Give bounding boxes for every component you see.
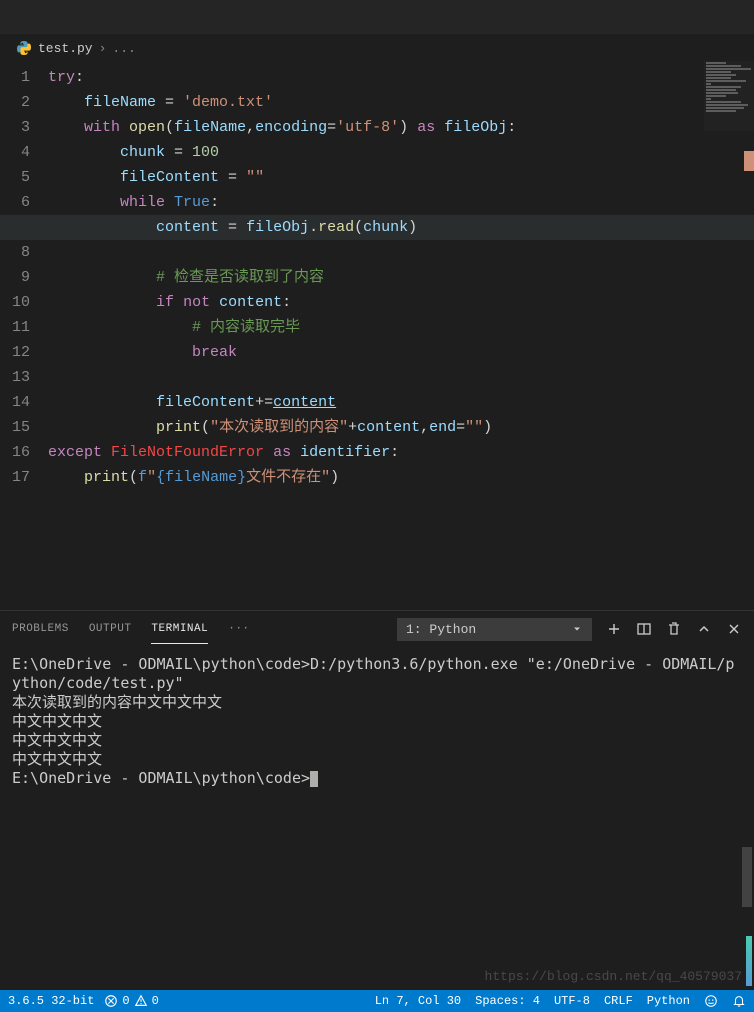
feedback-icon[interactable] (704, 994, 718, 1008)
terminal-output[interactable]: E:\OneDrive - ODMAIL\python\code>D:/pyth… (0, 647, 754, 990)
error-icon (104, 994, 118, 1008)
breadcrumb-file[interactable]: test.py (38, 41, 93, 56)
close-icon[interactable] (726, 621, 742, 637)
terminal-scrollbar[interactable] (742, 847, 752, 907)
tab-output[interactable]: OUTPUT (89, 615, 132, 643)
breadcrumb-sep: › (99, 41, 107, 56)
panel: PROBLEMS OUTPUT TERMINAL ··· 1: Python (0, 610, 754, 990)
bell-icon[interactable] (732, 994, 746, 1008)
sb-errors[interactable]: 0 0 (104, 994, 158, 1008)
tab-problems[interactable]: PROBLEMS (12, 615, 69, 643)
cursor (310, 771, 318, 787)
tab-terminal[interactable]: TERMINAL (151, 615, 208, 644)
line-numbers: 1234567891011121314151617 (0, 61, 48, 610)
sb-language[interactable]: Python (647, 994, 690, 1008)
tab-bar (0, 0, 754, 35)
sb-spaces[interactable]: Spaces: 4 (475, 994, 540, 1008)
new-terminal-icon[interactable] (606, 621, 622, 637)
chevron-up-icon[interactable] (696, 621, 712, 637)
breadcrumb-symbol[interactable]: ... (112, 41, 135, 56)
sb-encoding[interactable]: UTF-8 (554, 994, 590, 1008)
editor[interactable]: 1234567891011121314151617 try: fileName … (0, 61, 754, 610)
tab-more[interactable]: ··· (228, 615, 249, 643)
warning-icon (134, 994, 148, 1008)
chevron-down-icon (571, 623, 583, 635)
sb-eol[interactable]: CRLF (604, 994, 633, 1008)
code-content[interactable]: try: fileName = 'demo.txt' with open(fil… (48, 61, 754, 610)
breadcrumb[interactable]: test.py › ... (0, 35, 754, 61)
sb-position[interactable]: Ln 7, Col 30 (375, 994, 461, 1008)
split-terminal-icon[interactable] (636, 621, 652, 637)
minimap[interactable] (704, 61, 754, 131)
sb-python-version[interactable]: 3.6.5 32-bit (8, 994, 94, 1008)
terminal-select[interactable]: 1: Python (397, 618, 592, 641)
trash-icon[interactable] (666, 621, 682, 637)
terminal-colorbar (746, 936, 752, 986)
python-file-icon (16, 40, 32, 56)
statusbar: 3.6.5 32-bit 0 0 Ln 7, Col 30 Spaces: 4 … (0, 990, 754, 1012)
panel-tabs: PROBLEMS OUTPUT TERMINAL ··· 1: Python (0, 611, 754, 647)
scrollbar-marker (744, 151, 754, 171)
